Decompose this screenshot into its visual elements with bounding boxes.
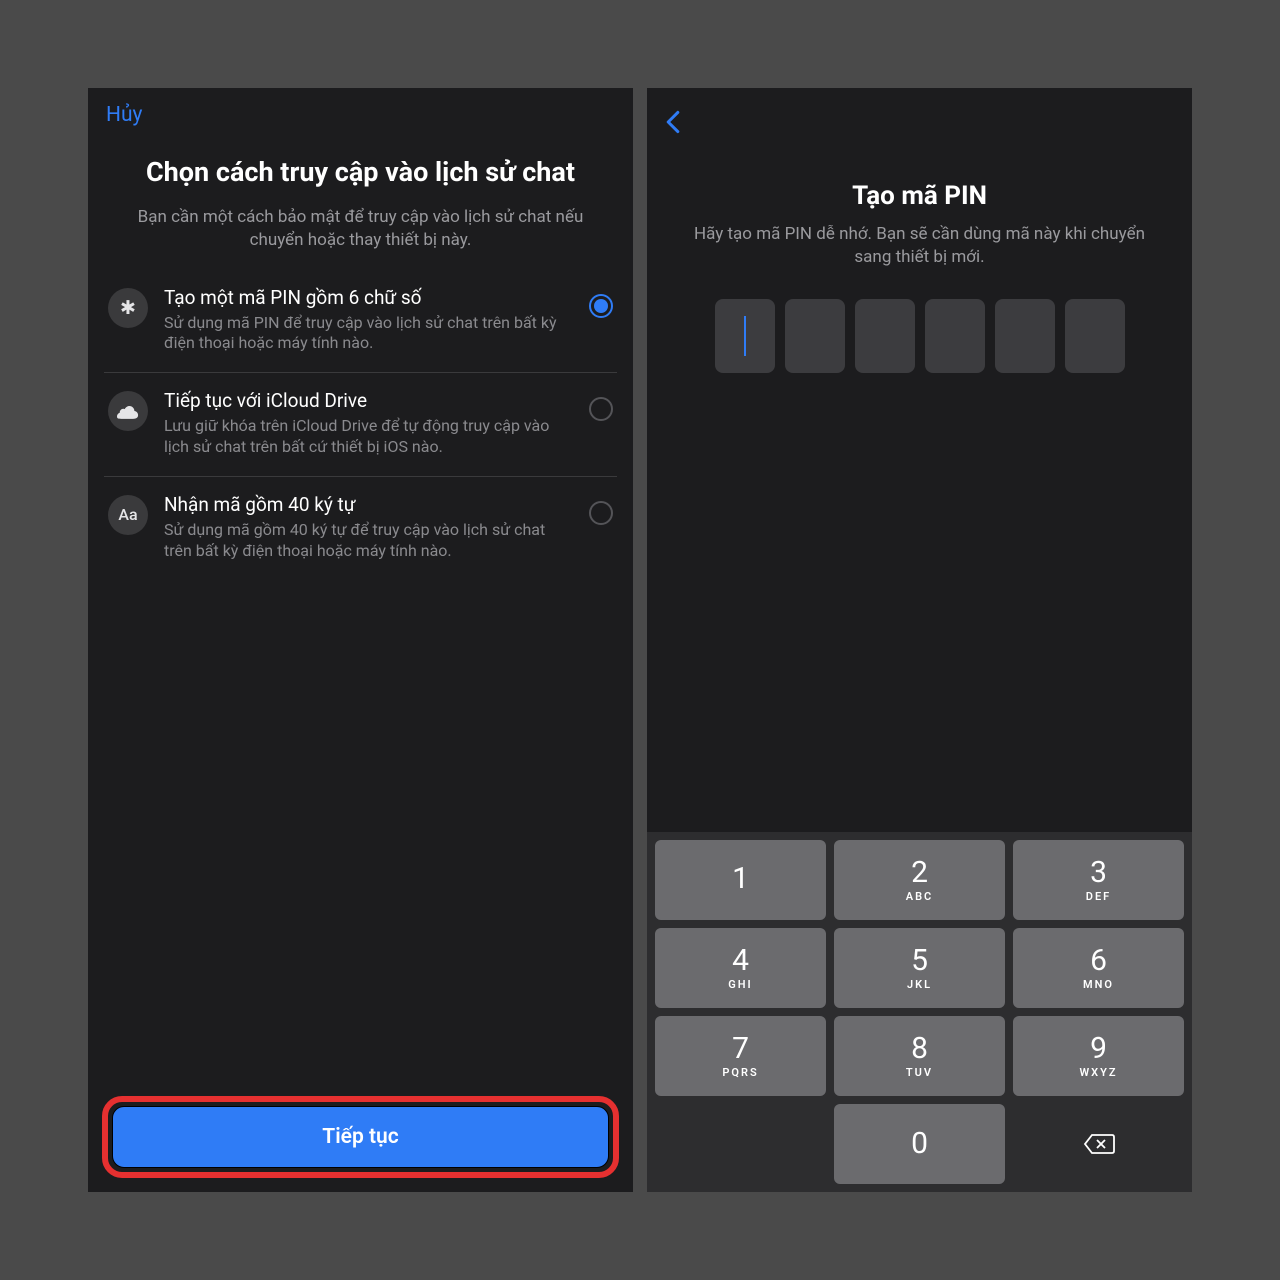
pin-title: Tạo mã PIN [647, 147, 1192, 223]
pin-input[interactable] [647, 299, 1192, 373]
pin-subtitle: Hãy tạo mã PIN dễ nhớ. Bạn sẽ cần dùng m… [647, 223, 1192, 299]
key-7[interactable]: 7PQRS [655, 1016, 826, 1096]
option-title: Tạo một mã PIN gồm 6 chữ số [164, 286, 573, 309]
radio-unselected[interactable] [589, 501, 613, 525]
option-title: Tiếp tục với iCloud Drive [164, 389, 573, 412]
access-method-screen: Hủy Chọn cách truy cập vào lịch sử chat … [88, 88, 633, 1192]
pin-digit-4 [925, 299, 985, 373]
backspace-icon [1083, 1133, 1115, 1155]
key-5[interactable]: 5JKL [834, 928, 1005, 1008]
key-9[interactable]: 9WXYZ [1013, 1016, 1184, 1096]
pin-digit-1 [715, 299, 775, 373]
cancel-button[interactable]: Hủy [106, 103, 143, 127]
option-desc: Lưu giữ khóa trên iCloud Drive để tự độn… [164, 416, 573, 458]
radio-selected[interactable] [589, 294, 613, 318]
page-subtitle: Bạn cần một cách bảo mật để truy cập vào… [88, 200, 633, 270]
option-pin[interactable]: ✱ Tạo một mã PIN gồm 6 chữ số Sử dụng mã… [104, 270, 617, 374]
option-title: Nhận mã gồm 40 ký tự [164, 493, 573, 516]
asterisk-icon: ✱ [108, 288, 148, 328]
nav-top: Hủy [88, 88, 633, 133]
option-desc: Sử dụng mã PIN để truy cập vào lịch sử c… [164, 313, 573, 355]
footer: Tiếp tục [88, 1082, 633, 1192]
option-icloud[interactable]: Tiếp tục với iCloud Drive Lưu giữ khóa t… [104, 373, 617, 477]
pin-digit-6 [1065, 299, 1125, 373]
back-button[interactable] [665, 108, 681, 141]
radio-unselected[interactable] [589, 397, 613, 421]
option-code[interactable]: Aa Nhận mã gồm 40 ký tự Sử dụng mã gồm 4… [104, 477, 617, 580]
cloud-icon [108, 391, 148, 431]
key-1[interactable]: 1 [655, 840, 826, 920]
key-2[interactable]: 2ABC [834, 840, 1005, 920]
key-8[interactable]: 8TUV [834, 1016, 1005, 1096]
nav-back [647, 88, 1192, 147]
key-3[interactable]: 3DEF [1013, 840, 1184, 920]
caret-icon [744, 316, 746, 356]
pin-digit-3 [855, 299, 915, 373]
text-icon: Aa [108, 495, 148, 535]
key-0[interactable]: 0 [834, 1104, 1005, 1184]
create-pin-screen: Tạo mã PIN Hãy tạo mã PIN dễ nhớ. Bạn sẽ… [647, 88, 1192, 1192]
key-6[interactable]: 6MNO [1013, 928, 1184, 1008]
key-4[interactable]: 4GHI [655, 928, 826, 1008]
numeric-keypad: 1 2ABC 3DEF 4GHI 5JKL 6MNO 7PQRS 8TUV 9W… [647, 832, 1192, 1192]
key-backspace[interactable] [1013, 1104, 1184, 1184]
page-title: Chọn cách truy cập vào lịch sử chat [88, 133, 633, 200]
pin-digit-2 [785, 299, 845, 373]
continue-button[interactable]: Tiếp tục [112, 1106, 609, 1168]
pin-digit-5 [995, 299, 1055, 373]
options-list: ✱ Tạo một mã PIN gồm 6 chữ số Sử dụng mã… [88, 270, 633, 580]
option-desc: Sử dụng mã gồm 40 ký tự để truy cập vào … [164, 520, 573, 562]
highlight-frame: Tiếp tục [102, 1096, 619, 1178]
key-empty [655, 1104, 826, 1184]
